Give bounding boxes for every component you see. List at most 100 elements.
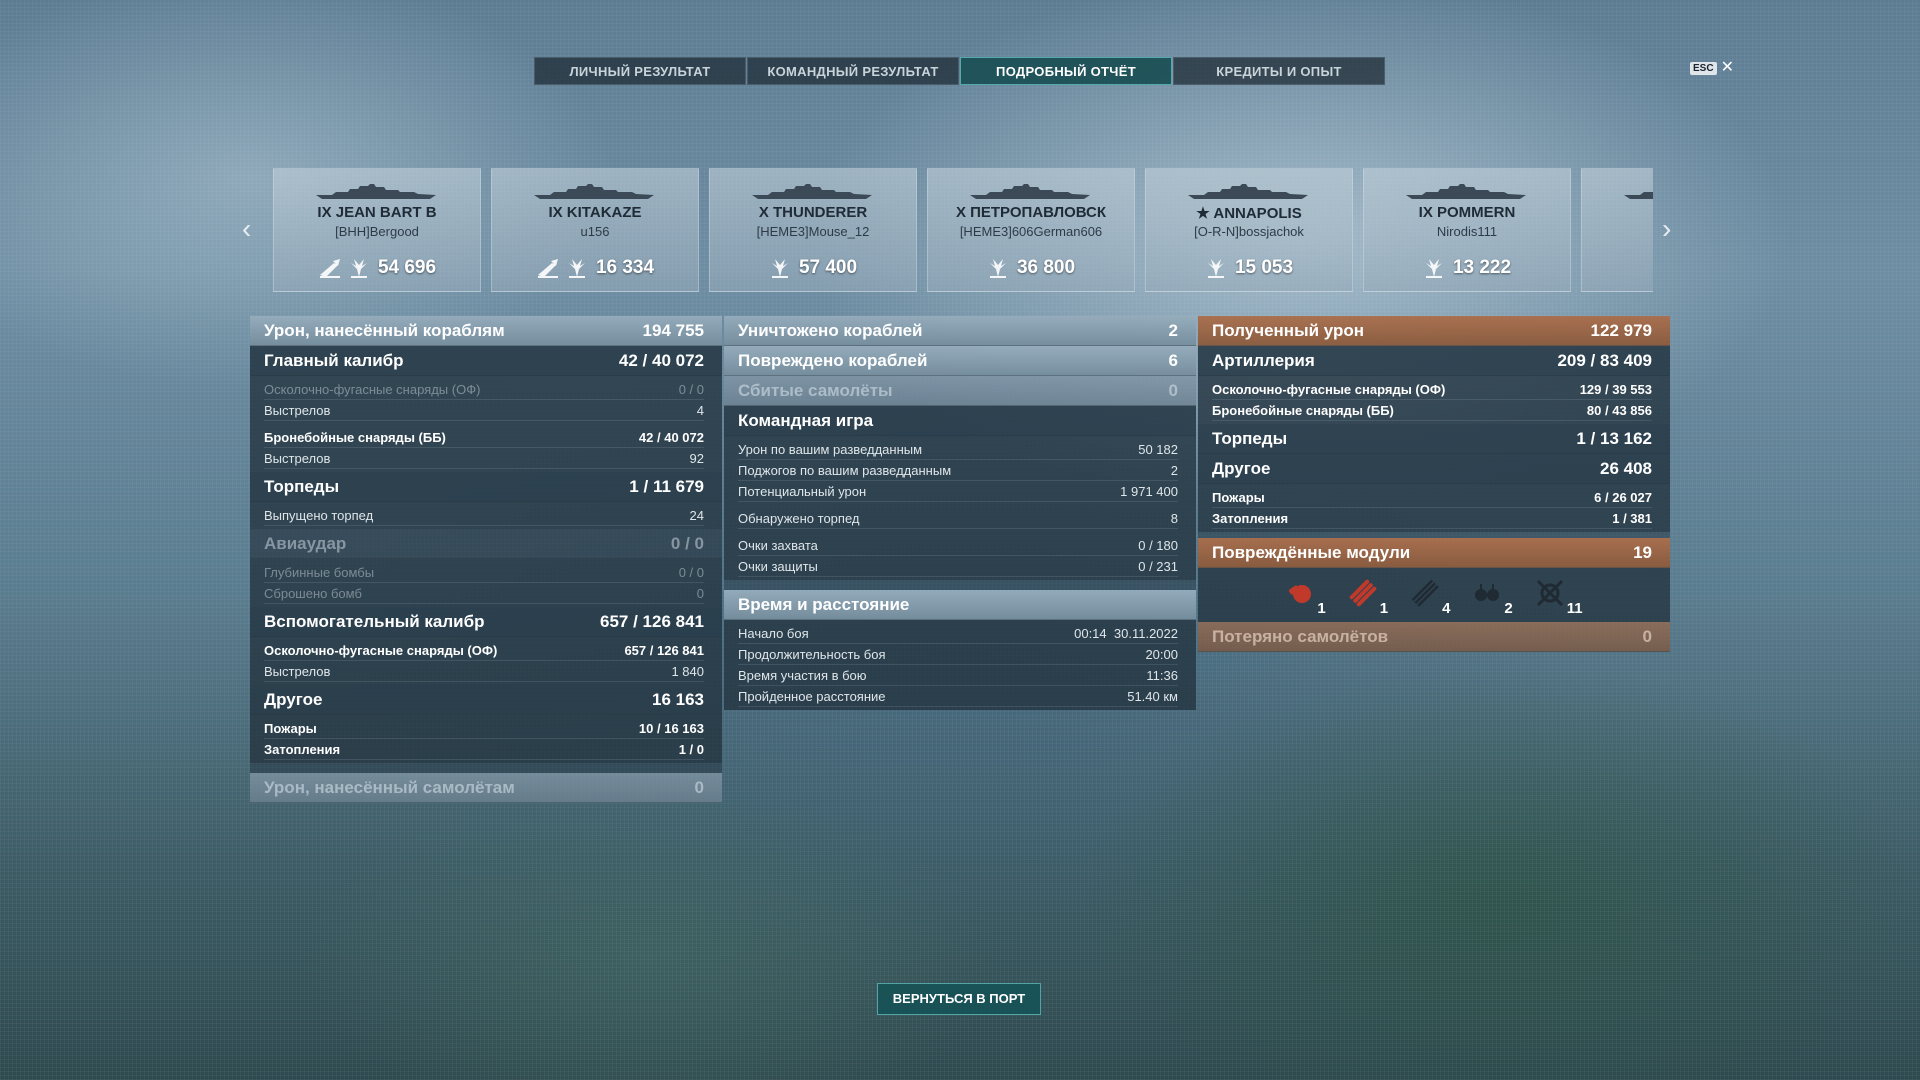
ship-card[interactable]: ★ ANNAPOLIS [O-R-N]bossjachok 15 053 bbox=[1145, 168, 1353, 292]
secondary-caliber-header: Вспомогательный калибр 657 / 126 841 bbox=[250, 607, 722, 637]
rcv-ap-row: Бронебойные снаряды (ББ) 80 / 43 856 bbox=[1212, 400, 1652, 421]
ap-shots-row: Выстрелов 92 bbox=[264, 448, 704, 469]
main-caliber-details: Осколочно-фугасные снаряды (ОФ) 0 / 0 Выс… bbox=[250, 376, 722, 472]
torps-launched-row: Выпущено торпед 24 bbox=[264, 505, 704, 526]
torpedo-tubes-module-icon bbox=[1348, 578, 1378, 613]
ships-destroyed-header: Уничтожено кораблей 2 bbox=[724, 316, 1196, 346]
received-damage-panel: Полученный урон 122 979 Артиллерия 209 / 8… bbox=[1198, 316, 1670, 652]
tab-detailed-report[interactable]: ПОДРОБНЫЙ ОТЧЁТ bbox=[960, 57, 1172, 85]
secondary-details: Осколочно-фугасные снаряды (ОФ) 657 / 126… bbox=[250, 637, 722, 685]
damaged-module-item: 1 bbox=[1348, 578, 1388, 617]
damaged-modules-list: 1 1 4 2 11 bbox=[1198, 568, 1670, 622]
plane-damage-header: Урон, нанесённый самолётам 0 bbox=[250, 773, 722, 803]
ship-card[interactable]: [ROGE bbox=[1581, 168, 1653, 292]
ship-damage-row: 16 334 bbox=[492, 257, 698, 279]
ship-card[interactable]: IX POMMERN Nirodis111 13 222 bbox=[1363, 168, 1571, 292]
ship-player-name: Nirodis111 bbox=[1436, 224, 1498, 239]
battle-duration-row: Продолжительность боя 20:00 bbox=[738, 644, 1178, 665]
damage-burst-icon bbox=[987, 257, 1009, 279]
torpedo-hit-icon bbox=[318, 257, 340, 279]
ship-silhouette-icon bbox=[1622, 183, 1653, 201]
team-play-details: Урон по вашим разведданным 50 182 Поджого… bbox=[724, 436, 1196, 580]
artillery-details: Осколочно-фугасные снаряды (ОФ) 129 / 39 … bbox=[1198, 376, 1670, 424]
ship-player-name: [HEME3]Mouse_12 bbox=[756, 224, 870, 239]
module-count: 11 bbox=[1566, 599, 1583, 617]
spot-damage-row: Урон по вашим разведданным 50 182 bbox=[738, 439, 1178, 460]
planes-lost-header: Потеряно самолётов 0 bbox=[1198, 622, 1670, 652]
torpedoes-header: Торпеды 1 / 11 679 bbox=[250, 472, 722, 502]
tab-team-result[interactable]: КОМАНДНЫЙ РЕЗУЛЬТАТ bbox=[747, 57, 959, 85]
ship-silhouette-icon bbox=[1186, 183, 1310, 201]
damaged-module-item: 11 bbox=[1535, 578, 1583, 617]
ship-damage-value: 13 222 bbox=[1452, 257, 1512, 278]
planes-shot-header: Сбитые самолёты 0 bbox=[724, 376, 1196, 406]
return-to-port-button[interactable]: ВЕРНУТЬСЯ В ПОРТ bbox=[877, 983, 1041, 1015]
carousel-prev-arrow-icon[interactable]: ‹ bbox=[242, 215, 251, 243]
module-count: 4 bbox=[1442, 599, 1451, 617]
ship-damage-value: 57 400 bbox=[798, 257, 858, 278]
ship-card[interactable]: IX KITAKAZE u156 16 334 bbox=[491, 168, 699, 292]
dealt-damage-panel: Урон, нанесённый кораблям 194 755 Главный… bbox=[250, 316, 722, 803]
ship-name: IX JEAN BART B bbox=[317, 204, 437, 221]
battle-start-row: Начало боя 00:14 30.11.2022 bbox=[738, 623, 1178, 644]
ship-damage-value: 54 696 bbox=[377, 257, 437, 278]
bombs-dropped-row: Сброшено бомб 0 bbox=[264, 583, 704, 604]
ap-shells-row: Бронебойные снаряды (ББ) 42 / 40 072 bbox=[264, 427, 704, 448]
ship-silhouette-icon bbox=[314, 183, 438, 201]
ship-silhouette-icon bbox=[532, 183, 656, 201]
ship-name: X THUNDERER bbox=[758, 204, 868, 221]
ship-damage-row: 15 053 bbox=[1146, 257, 1352, 279]
rcv-other-header: Другое 26 408 bbox=[1198, 454, 1670, 484]
ship-damage-value: 16 334 bbox=[595, 257, 655, 278]
ship-silhouette-icon bbox=[968, 183, 1092, 201]
ship-card[interactable]: IX JEAN BART B [BHH]Bergood 54 696 bbox=[273, 168, 481, 292]
ship-player-name: [O-R-N]bossjachok bbox=[1194, 224, 1304, 239]
rcv-floods-row: Затопления 1 / 381 bbox=[1212, 508, 1652, 529]
ship-silhouette-icon bbox=[1404, 183, 1528, 201]
ship-name: IX KITAKAZE bbox=[548, 204, 642, 221]
ship-damage-value: 15 053 bbox=[1234, 257, 1294, 278]
fires-row: Пожары 10 / 16 163 bbox=[264, 718, 704, 739]
steering-module-icon bbox=[1535, 578, 1565, 613]
ship-player-name: [BHH]Bergood bbox=[335, 224, 419, 239]
capture-points-row: Очки захвата 0 / 180 bbox=[738, 535, 1178, 556]
floods-row: Затопления 1 / 0 bbox=[264, 739, 704, 760]
module-count: 1 bbox=[1317, 599, 1326, 617]
team-play-header: Командная игра bbox=[724, 406, 1196, 436]
close-button[interactable]: ESC ✕ bbox=[1690, 59, 1734, 76]
damage-burst-icon bbox=[566, 257, 588, 279]
time-distance-details: Начало боя 00:14 30.11.2022 Продолжительн… bbox=[724, 620, 1196, 710]
damaged-module-item: 2 bbox=[1472, 578, 1513, 617]
spot-fires-row: Поджогов по вашим разведданным 2 bbox=[738, 460, 1178, 481]
potential-damage-row: Потенциальный урон 1 971 400 bbox=[738, 481, 1178, 502]
main-caliber-header: Главный калибр 42 / 40 072 bbox=[250, 346, 722, 376]
depth-charges-row: Глубинные бомбы 0 / 0 bbox=[264, 562, 704, 583]
tab-credits-xp[interactable]: КРЕДИТЫ И ОПЫТ bbox=[1173, 57, 1385, 85]
sec-he-row: Осколочно-фугасные снаряды (ОФ) 657 / 126… bbox=[264, 640, 704, 661]
ship-damage-row: 36 800 bbox=[928, 257, 1134, 279]
guns-module-icon bbox=[1410, 578, 1440, 613]
damage-burst-icon bbox=[348, 257, 370, 279]
received-damage-header: Полученный урон 122 979 bbox=[1198, 316, 1670, 346]
damaged-module-item: 1 bbox=[1285, 578, 1326, 617]
ship-damage-value: 36 800 bbox=[1016, 257, 1076, 278]
ship-damage-row: 57 400 bbox=[710, 257, 916, 279]
sec-shots-row: Выстрелов 1 840 bbox=[264, 661, 704, 682]
tab-personal-result[interactable]: ЛИЧНЫЙ РЕЗУЛЬТАТ bbox=[534, 57, 746, 85]
damage-burst-icon bbox=[769, 257, 791, 279]
ship-player-name: [HEME3]606German606 bbox=[959, 224, 1103, 239]
rcv-torpedoes-header: Торпеды 1 / 13 162 bbox=[1198, 424, 1670, 454]
ship-card[interactable]: X ПЕТРОПАВЛОВСК [HEME3]606German606 36 800 bbox=[927, 168, 1135, 292]
result-tabs: ЛИЧНЫЙ РЕЗУЛЬТАТ КОМАНДНЫЙ РЕЗУЛЬТАТ ПОД… bbox=[534, 57, 1386, 85]
esc-key-label: ESC bbox=[1690, 61, 1717, 75]
ship-damage-row: 54 696 bbox=[274, 257, 480, 279]
damage-burst-icon bbox=[1205, 257, 1227, 279]
ship-name: X ПЕТРОПАВЛОВСК bbox=[955, 204, 1107, 221]
other-damage-details: Пожары 10 / 16 163 Затопления 1 / 0 bbox=[250, 715, 722, 763]
other-damage-header: Другое 16 163 bbox=[250, 685, 722, 715]
ship-card[interactable]: X THUNDERER [HEME3]Mouse_12 57 400 bbox=[709, 168, 917, 292]
carousel-next-arrow-icon[interactable]: › bbox=[1662, 215, 1671, 243]
module-count: 1 bbox=[1379, 599, 1389, 617]
close-icon: ✕ bbox=[1720, 59, 1734, 76]
rcv-fires-row: Пожары 6 / 26 027 bbox=[1212, 487, 1652, 508]
